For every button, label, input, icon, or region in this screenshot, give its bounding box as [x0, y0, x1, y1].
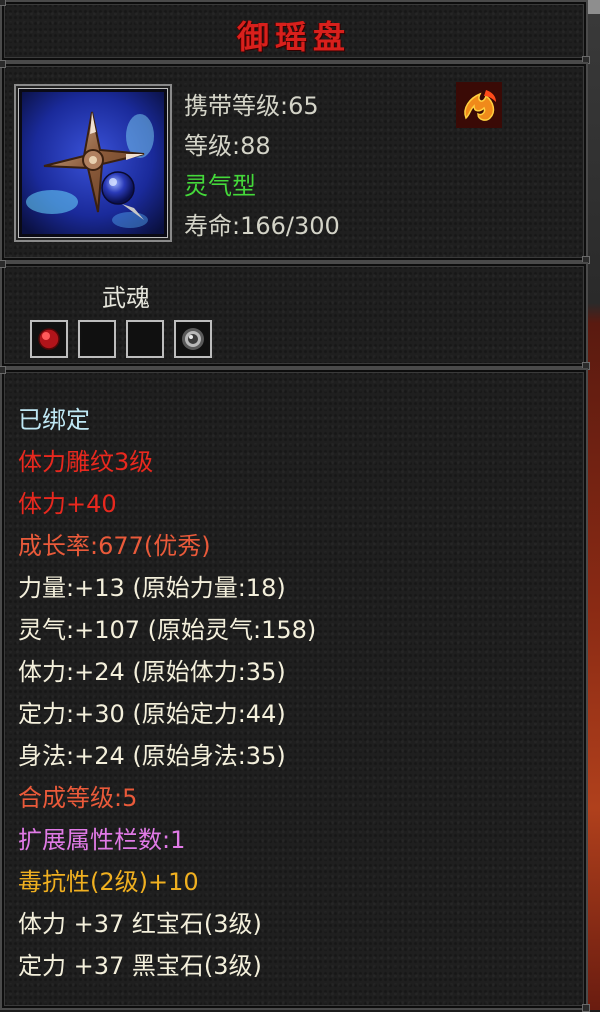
soul-slot-3[interactable] [126, 320, 164, 358]
shuriken-disc-icon [22, 92, 164, 234]
growth-rate: 成长率:677(优秀) [18, 532, 211, 560]
gem-onyx: 定力 +37 黑宝石(3级) [18, 952, 262, 980]
poison-resistance: 毒抗性(2级)+10 [18, 868, 199, 896]
silver-orb-icon [182, 328, 204, 350]
item-name: 御瑶盘 [236, 18, 351, 56]
synthesis-level: 合成等级:5 [18, 784, 138, 812]
stat-agility: 身法:+24 (原始身法:35) [18, 742, 286, 770]
soul-slot-1[interactable] [30, 320, 68, 358]
item-level: 等级:88 [184, 132, 271, 160]
stat-stamina: 体力:+24 (原始体力:35) [18, 658, 286, 686]
item-icon-frame[interactable] [14, 84, 172, 242]
soul-slot-2[interactable] [78, 320, 116, 358]
stats-panel: 已绑定 体力雕纹3级 体力+40 成长率:677(优秀) 力量:+13 (原始力… [0, 366, 590, 1012]
red-gem-icon [38, 328, 60, 350]
carry-level: 携带等级:65 [184, 92, 319, 120]
soul-slot-4[interactable] [174, 320, 212, 358]
stat-strength: 力量:+13 (原始力量:18) [18, 574, 286, 602]
soul-label: 武魂 [102, 284, 150, 312]
gem-ruby: 体力 +37 红宝石(3级) [18, 910, 262, 938]
lifespan: 寿命:166/300 [184, 212, 340, 240]
stat-line: 体力雕纹3级 [18, 448, 154, 476]
stat-focus: 定力:+30 (原始定力:44) [18, 700, 286, 728]
item-info-panel: 携带等级:65 等级:88 灵气型 寿命:166/300 [0, 60, 590, 264]
soul-panel: 武魂 [0, 260, 590, 370]
window-edge-cap [586, 0, 600, 14]
item-type: 灵气型 [184, 172, 256, 200]
stat-line: 体力+40 [18, 490, 117, 518]
title-panel: 御瑶盘 [0, 0, 590, 64]
window-edge [586, 0, 600, 1010]
bound-status: 已绑定 [18, 406, 90, 434]
fire-element-icon [456, 82, 502, 128]
extension-slots: 扩展属性栏数:1 [18, 826, 186, 854]
stat-spirit: 灵气:+107 (原始灵气:158) [18, 616, 317, 644]
